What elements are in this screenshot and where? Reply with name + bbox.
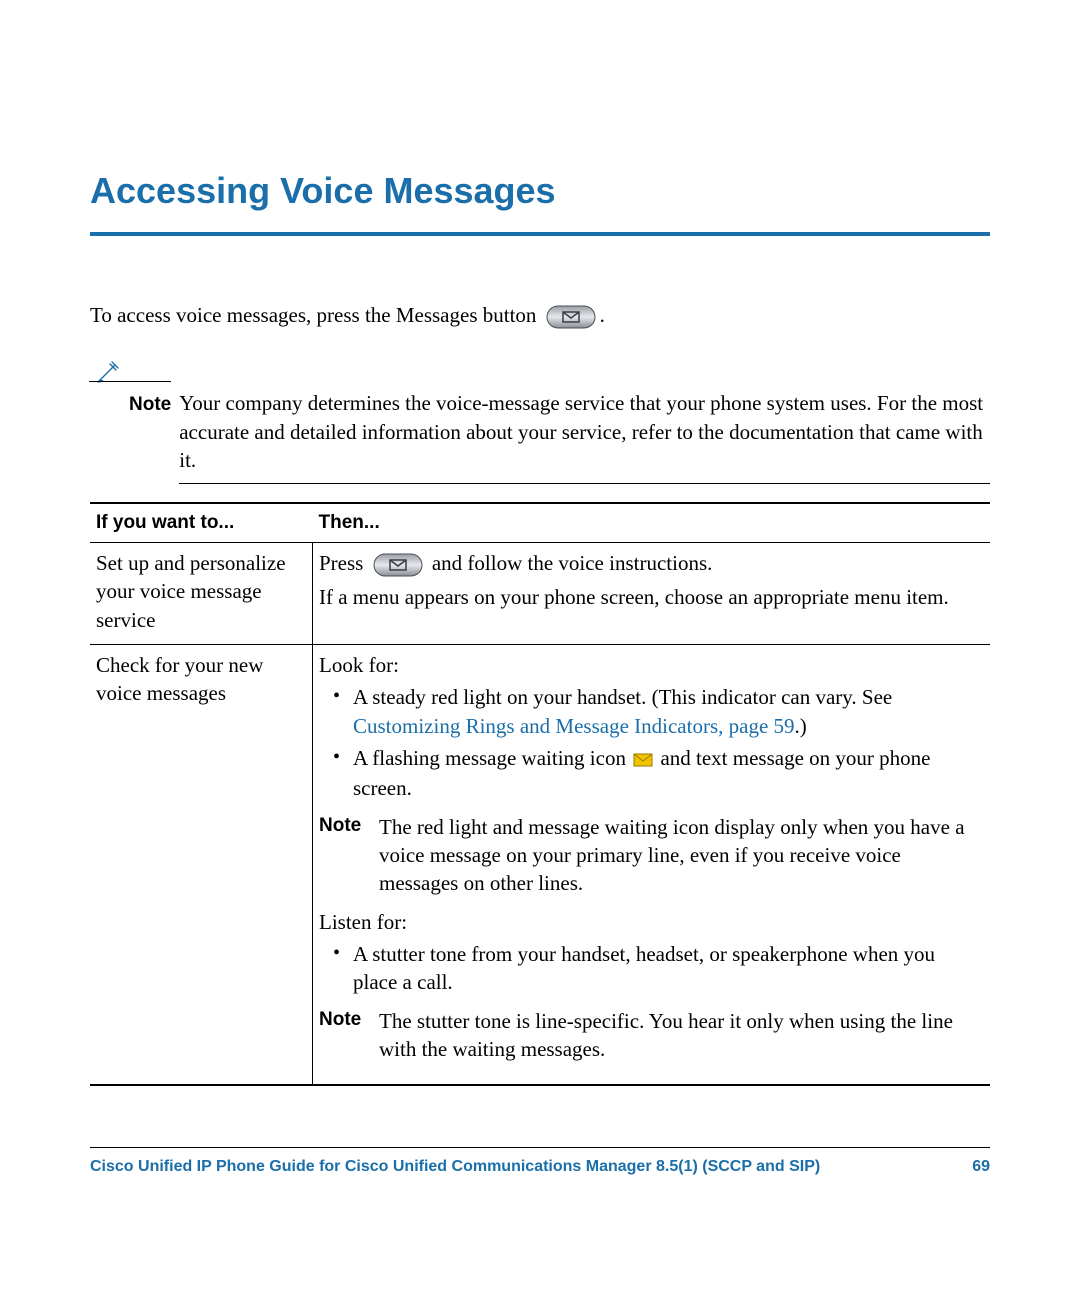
inline-note-label: Note xyxy=(319,1007,379,1064)
inline-note: Note The stutter tone is line-specific. … xyxy=(319,1007,984,1064)
table-row: Set up and personalize your voice messag… xyxy=(90,543,990,645)
table-row: Check for your new voice messages Look f… xyxy=(90,645,990,1085)
list-item: A flashing message waiting icon and text… xyxy=(353,744,984,803)
col-header-then: Then... xyxy=(313,503,991,542)
listen-for-heading: Listen for: xyxy=(319,908,984,936)
footer-doc-title: Cisco Unified IP Phone Guide for Cisco U… xyxy=(90,1158,820,1176)
message-waiting-icon xyxy=(633,746,653,774)
xref-link-customizing-rings[interactable]: Customizing Rings and Message Indicators… xyxy=(353,714,795,738)
inline-note-text: The stutter tone is line-specific. You h… xyxy=(379,1007,984,1064)
list-item: A stutter tone from your handset, headse… xyxy=(353,940,984,997)
want-cell: Check for your new voice messages xyxy=(90,645,313,1085)
press-line: Press and follow the voice instructions. xyxy=(319,549,984,577)
inline-note: Note The red light and message waiting i… xyxy=(319,813,984,898)
then-cell: Press and follow the voice instructions. xyxy=(313,543,991,645)
table-header-row: If you want to... Then... xyxy=(90,503,990,542)
title-rule xyxy=(90,232,990,236)
note-text: Your company determines the voice-messag… xyxy=(179,359,990,474)
note-icon xyxy=(90,359,125,392)
look-for-heading: Look for: xyxy=(319,651,984,679)
footer-rule xyxy=(90,1147,990,1148)
intro-text-pre: To access voice messages, press the Mess… xyxy=(90,303,542,327)
col-header-if: If you want to... xyxy=(90,503,313,542)
then-cell: Look for: A steady red light on your han… xyxy=(313,645,991,1085)
look1-post: .) xyxy=(795,714,807,738)
messages-button-icon xyxy=(373,553,423,577)
inline-note-label: Note xyxy=(319,813,379,898)
listen-for-list: A stutter tone from your handset, headse… xyxy=(319,940,984,997)
intro-text-post: . xyxy=(600,303,605,327)
messages-button-icon xyxy=(546,305,596,329)
footer-page-number: 69 xyxy=(972,1158,990,1176)
look-for-list: A steady red light on your handset. (Thi… xyxy=(319,683,984,802)
intro-paragraph: To access voice messages, press the Mess… xyxy=(90,301,990,329)
note-label-column: Note xyxy=(129,359,171,418)
menu-line: If a menu appears on your phone screen, … xyxy=(319,583,984,611)
instructions-table: If you want to... Then... Set up and per… xyxy=(90,502,990,1085)
list-item: A steady red light on your handset. (Thi… xyxy=(353,683,984,740)
page-body: To access voice messages, press the Mess… xyxy=(90,301,990,1086)
footer-line: Cisco Unified IP Phone Guide for Cisco U… xyxy=(90,1158,990,1176)
document-page: Accessing Voice Messages To access voice… xyxy=(0,0,1080,1311)
look1-pre: A steady red light on your handset. (Thi… xyxy=(353,685,892,709)
page-title: Accessing Voice Messages xyxy=(90,170,990,212)
press-post: and follow the voice instructions. xyxy=(432,551,713,575)
press-pre: Press xyxy=(319,551,369,575)
inline-note-text: The red light and message waiting icon d… xyxy=(379,813,984,898)
page-footer: Cisco Unified IP Phone Guide for Cisco U… xyxy=(90,1147,990,1176)
want-cell: Set up and personalize your voice messag… xyxy=(90,543,313,645)
note-label: Note xyxy=(129,394,171,415)
note-block: Note Your company determines the voice-m… xyxy=(90,359,990,474)
look2-pre: A flashing message waiting icon xyxy=(353,746,631,770)
